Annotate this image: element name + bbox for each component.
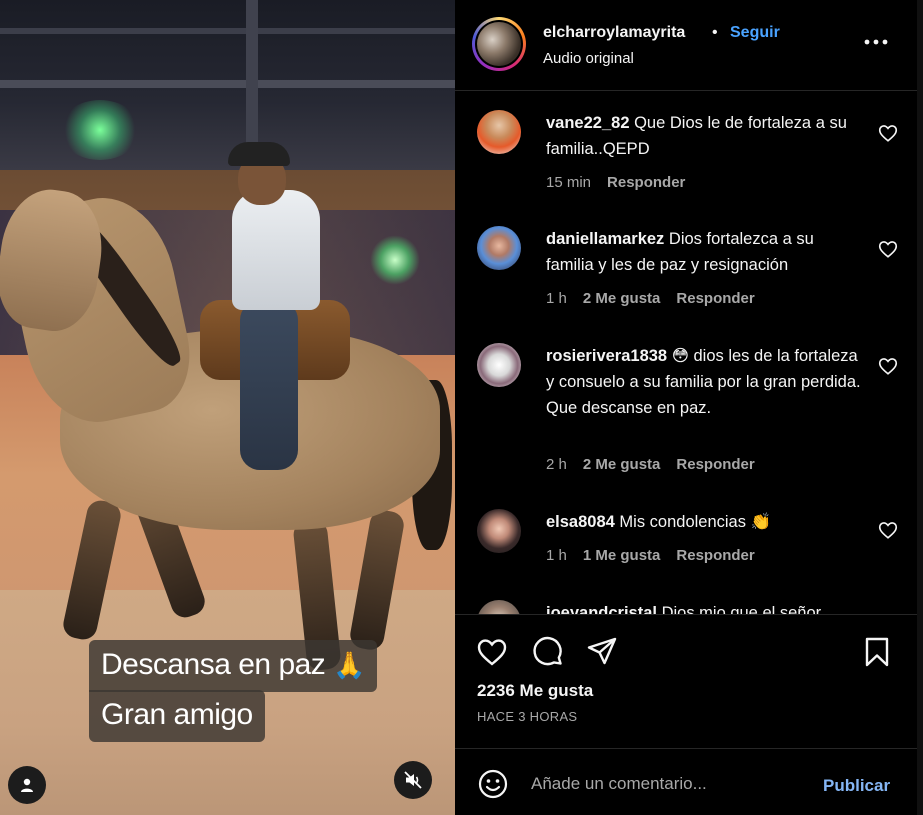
reply-button[interactable]: Responder — [676, 290, 754, 307]
comment-username[interactable]: vane22_82 — [546, 114, 630, 132]
comment-text: vane22_82 Que Dios le de fortaleza a su … — [546, 110, 866, 162]
mute-button[interactable] — [394, 761, 432, 799]
media-rider-leg — [240, 300, 298, 470]
heart-icon[interactable] — [877, 355, 899, 377]
comment-text: joeyandcristal Dios mio que el señor — [546, 600, 866, 614]
tagged-users-button[interactable] — [8, 766, 46, 804]
comments-list[interactable]: vane22_82 Que Dios le de fortaleza a su … — [455, 92, 917, 614]
comment-likes[interactable]: 2 Me gusta — [583, 290, 661, 307]
comment-meta: 15 min Responder — [546, 174, 701, 191]
emoji-icon[interactable] — [477, 768, 509, 800]
media-rider-torso — [232, 190, 320, 310]
media-rider-cap — [228, 142, 290, 166]
caption-text: Gran amigo — [101, 698, 253, 731]
praying-hands-emoji: 🙏 — [333, 650, 366, 680]
media-stage-light — [370, 235, 420, 285]
author-username[interactable]: elcharroylamayrita — [543, 24, 685, 42]
comment-text: daniellamarkez Dios fortalezca a su fami… — [546, 226, 866, 278]
comment-body: Mis condolencias 👏 — [619, 513, 772, 531]
post-header: elcharroylamayrita • Seguir Audio origin… — [455, 0, 917, 91]
comment-likes[interactable]: 1 Me gusta — [583, 547, 661, 564]
comment-text: elsa8084 Mis condolencias 👏 — [546, 509, 866, 535]
bookmark-icon[interactable] — [860, 635, 894, 669]
caption-line-1: Descansa en paz 🙏 — [89, 640, 378, 692]
comment-composer: Publicar — [455, 748, 917, 815]
media-beam — [0, 28, 455, 34]
post-media[interactable]: Descansa en paz 🙏 Gran amigo — [0, 0, 455, 815]
caption-text: Descansa en paz — [101, 648, 326, 681]
comment-meta: 1 h 1 Me gusta Responder — [546, 547, 771, 564]
separator-dot: • — [712, 24, 718, 41]
comment-meta: 2 h 2 Me gusta Responder — [546, 456, 771, 473]
comment-time: 1 h — [546, 547, 567, 564]
caption-line-2: Gran amigo — [89, 690, 265, 742]
comment-meta: 1 h 2 Me gusta Responder — [546, 290, 771, 307]
follow-button[interactable]: Seguir — [730, 24, 780, 42]
media-stage-light — [60, 100, 140, 160]
media-beam — [0, 80, 455, 88]
comment-icon[interactable] — [531, 635, 565, 669]
comment-username[interactable]: elsa8084 — [546, 513, 615, 531]
author-avatar[interactable] — [472, 17, 526, 71]
comment-input[interactable] — [531, 769, 801, 799]
comment-time: 2 h — [546, 456, 567, 473]
reply-button[interactable]: Responder — [676, 547, 754, 564]
audio-label[interactable]: Audio original — [543, 50, 634, 67]
reply-button[interactable]: Responder — [676, 456, 754, 473]
comment-body: Dios mio que el señor — [661, 604, 822, 614]
heart-icon[interactable] — [877, 238, 899, 260]
comment-username[interactable]: daniellamarkez — [546, 230, 664, 248]
heart-icon[interactable] — [475, 635, 509, 669]
comment-likes[interactable]: 2 Me gusta — [583, 456, 661, 473]
reply-button[interactable]: Responder — [607, 174, 685, 191]
muted-speaker-icon — [404, 771, 422, 789]
commenter-avatar[interactable] — [477, 343, 521, 387]
commenter-avatar[interactable] — [477, 600, 521, 614]
post-side-panel: elcharroylamayrita • Seguir Audio origin… — [455, 0, 917, 815]
post-time: HACE 3 HORAS — [477, 709, 578, 724]
commenter-avatar[interactable] — [477, 509, 521, 553]
more-options-icon[interactable] — [861, 30, 891, 54]
comment-time: 15 min — [546, 174, 592, 191]
comment-username[interactable]: joeyandcristal — [546, 604, 657, 614]
share-icon[interactable] — [585, 635, 619, 669]
heart-icon[interactable] — [877, 122, 899, 144]
heart-icon[interactable] — [877, 519, 899, 541]
publish-button[interactable]: Publicar — [823, 776, 890, 796]
comment-time: 1 h — [546, 290, 567, 307]
post-actions: 2236 Me gusta HACE 3 HORAS — [455, 614, 917, 748]
scrollbar-track[interactable] — [917, 0, 923, 815]
user-icon — [21, 778, 33, 792]
commenter-avatar[interactable] — [477, 110, 521, 154]
comment-username[interactable]: rosierivera1838 — [546, 347, 667, 365]
likes-count[interactable]: 2236 Me gusta — [477, 681, 593, 701]
comment-text: rosierivera1838 😳 dios les de la fortale… — [546, 343, 866, 421]
commenter-avatar[interactable] — [477, 226, 521, 270]
